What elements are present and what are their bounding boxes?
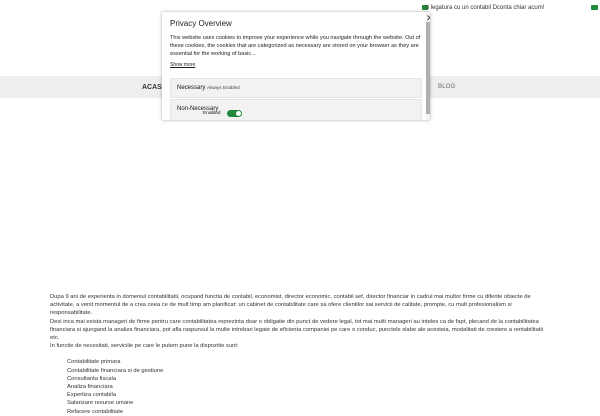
mail-icon[interactable]	[591, 5, 598, 10]
nav-item-blog[interactable]: BLOG	[438, 84, 455, 90]
modal-title: Privacy Overview	[170, 19, 232, 28]
cookie-category-non-necessary[interactable]: Non-Necessary Enabled	[170, 99, 422, 120]
list-item: Salarizare resurse umane	[67, 400, 134, 407]
list-item: Consultanta fiscala	[67, 375, 116, 382]
list-item: Expertiza contabila	[67, 392, 116, 399]
list-item: Contabilitate financiara si de gestiune	[67, 367, 164, 374]
list-item: Analiza financiara	[67, 384, 113, 391]
modal-description: This website uses cookies to improve you…	[170, 35, 421, 58]
category-title: Necessary Always Enabled	[177, 85, 240, 91]
contact-message[interactable]: ti legatura cu un contabil Dconta chiar …	[426, 5, 544, 11]
non-necessary-toggle[interactable]	[227, 110, 242, 117]
paragraph-experience: Dupa 9 ani de experienta in domeniul con…	[50, 294, 531, 317]
list-item: Refacere contabilitate	[67, 408, 124, 415]
modal-scrollbar-thumb[interactable]	[426, 22, 430, 114]
paragraph-managers: Desi inca mai exista manageri de firme p…	[50, 318, 544, 342]
services-list: Contabilitate primara Contabilitate fina…	[67, 358, 550, 415]
close-icon[interactable]: ✕	[426, 14, 430, 23]
category-name: Necessary	[177, 85, 206, 91]
list-item: Contabilitate primara	[67, 359, 121, 366]
privacy-overview-modal: ✕ Privacy Overview This website uses coo…	[162, 12, 430, 120]
always-enabled-badge: Always Enabled	[207, 85, 240, 90]
paragraph-services-intro: In functie de necesitati, serviciile pe …	[50, 343, 239, 350]
show-more-link[interactable]: Show more	[170, 62, 195, 68]
toggle-state-label: Enabled	[203, 111, 221, 116]
cookie-category-necessary[interactable]: Necessary Always Enabled	[170, 78, 422, 98]
about-content: Dupa 9 ani de experienta in domeniul con…	[50, 293, 550, 416]
